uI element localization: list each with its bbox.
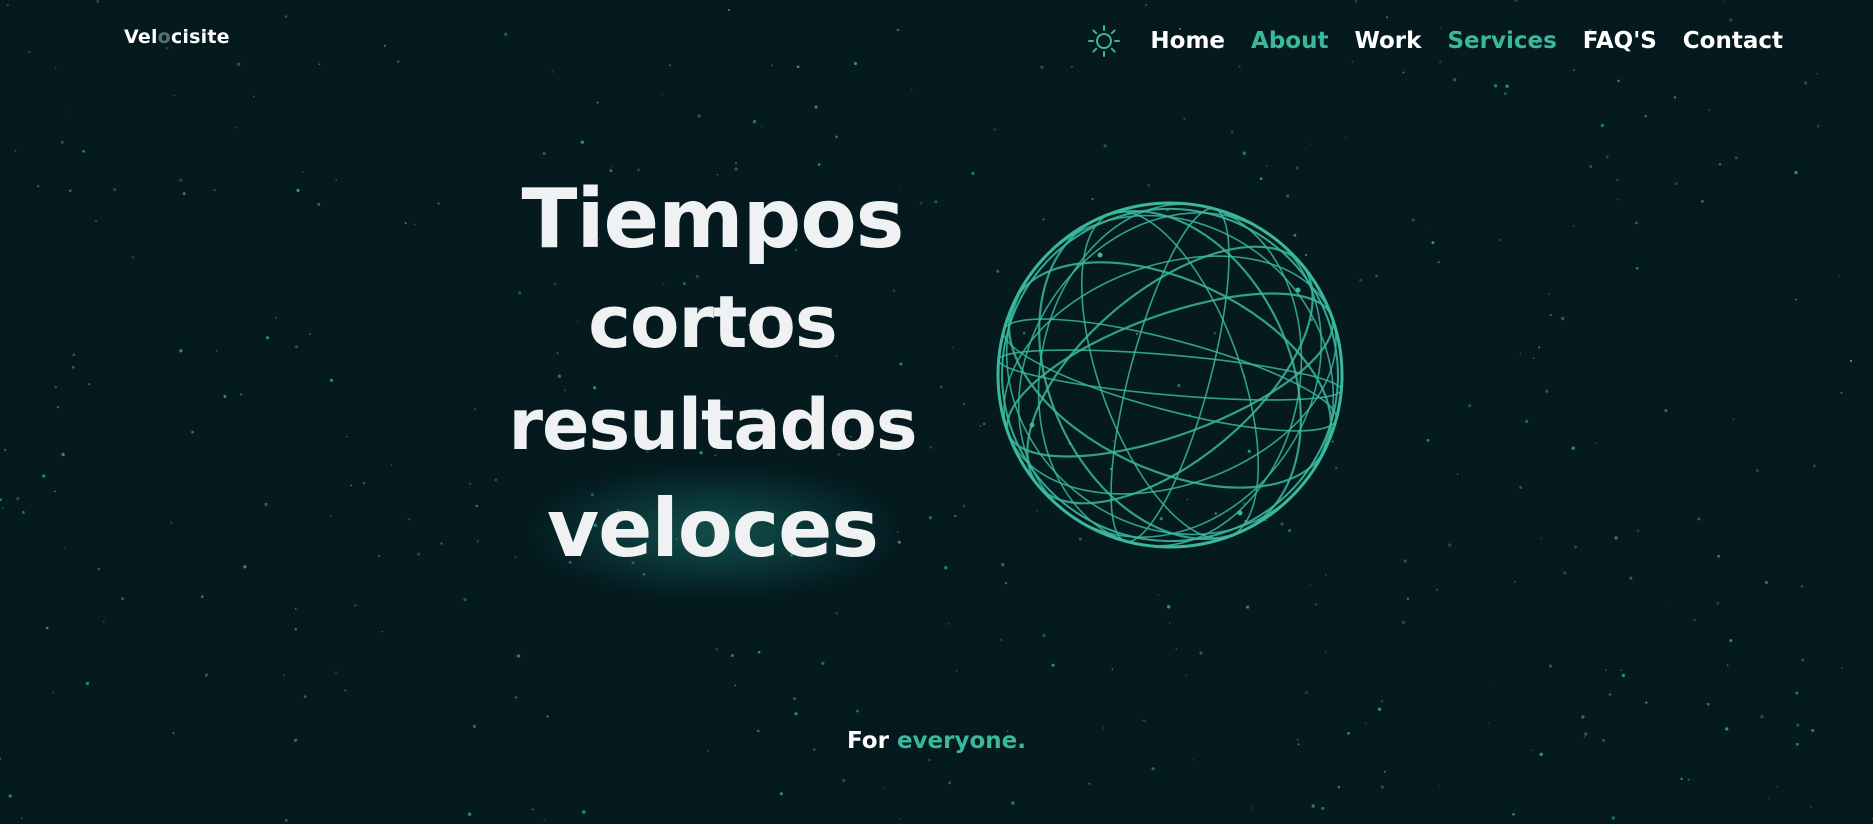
- nav-link-about[interactable]: About: [1251, 28, 1328, 54]
- hero-line-4: veloces: [546, 482, 879, 575]
- logo-text-end: cisite: [170, 26, 230, 48]
- sun-icon: [1088, 25, 1121, 57]
- landing-page: Velocisite Home About Work Services FAQ'…: [0, 0, 1873, 824]
- main-nav: Home About Work Services FAQ'S Contact: [1086, 22, 1783, 60]
- tagline: For everyone.: [0, 728, 1873, 754]
- nav-link-home[interactable]: Home: [1150, 28, 1225, 54]
- site-logo[interactable]: Velocisite: [124, 26, 230, 48]
- hero-line-1: Tiempos: [521, 172, 905, 267]
- wireframe-globe-icon: [996, 201, 1344, 549]
- tagline-highlight: everyone.: [896, 728, 1026, 754]
- hero-headline: Tiempos cortos resultados veloces: [500, 168, 925, 580]
- tagline-prefix: For: [847, 728, 889, 754]
- nav-link-services[interactable]: Services: [1447, 28, 1556, 54]
- theme-toggle-button[interactable]: [1086, 23, 1122, 59]
- nav-link-faqs[interactable]: FAQ'S: [1583, 28, 1657, 54]
- hero-line-2: cortos: [588, 280, 837, 364]
- logo-text-start: Vel: [124, 26, 158, 48]
- logo-text-dim: o: [157, 26, 171, 48]
- nav-link-work[interactable]: Work: [1354, 28, 1421, 54]
- starfield-background: [0, 0, 1873, 822]
- hero-line-3: resultados: [508, 384, 917, 466]
- nav-link-contact[interactable]: Contact: [1683, 28, 1783, 54]
